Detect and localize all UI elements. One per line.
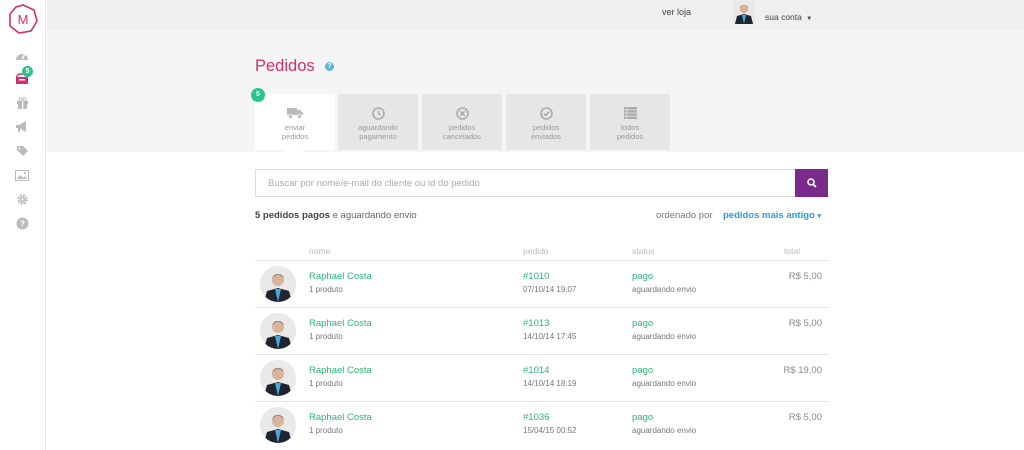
shipping-status: aguardando envio xyxy=(632,332,697,341)
gift-icon[interactable] xyxy=(13,95,31,111)
orders-summary-rest: e aguardando envio xyxy=(329,210,417,221)
payment-status: pago xyxy=(632,365,654,376)
column-header-status: status xyxy=(632,246,655,256)
customer-avatar xyxy=(260,360,296,396)
tab-label-line2: enviados xyxy=(530,132,562,141)
tab-label-line1: aguardando xyxy=(357,123,399,132)
order-date: 07/10/14 19:07 xyxy=(523,285,577,294)
orders-icon[interactable]: 5 xyxy=(13,66,33,87)
list-icon xyxy=(622,106,638,120)
top-bar: ver loja sua conta ▼ xyxy=(47,0,1024,30)
table-row[interactable]: Raphael Costa 1 produto #1014 14/10/14 1… xyxy=(255,354,828,401)
cancel-circle-icon xyxy=(454,106,470,120)
orders-count: 5 pedidos pagos xyxy=(255,210,330,221)
sort-value: pedidos mais antigo xyxy=(723,210,815,221)
search-icon xyxy=(806,178,817,188)
product-count: 1 produto xyxy=(309,332,343,341)
tab-label-line2: cancelados xyxy=(443,132,481,141)
order-total: R$ 19,00 xyxy=(783,365,822,376)
column-header-total: total xyxy=(784,246,801,256)
payment-status: pago xyxy=(632,412,654,423)
sort-label: ordenado por xyxy=(656,210,713,221)
tab-label-line1: todos xyxy=(620,123,640,132)
order-date: 14/10/14 17:45 xyxy=(523,332,577,341)
customer-name[interactable]: Raphael Costa xyxy=(309,412,372,423)
account-label: sua conta xyxy=(765,12,802,22)
shipping-status: aguardando envio xyxy=(632,379,697,388)
orders-badge: 5 xyxy=(22,66,33,77)
tab-send-orders[interactable]: enviar pedidos xyxy=(255,94,335,150)
tab-count-badge: 5 xyxy=(251,88,265,102)
check-circle-icon xyxy=(538,106,554,120)
megaphone-icon[interactable] xyxy=(13,119,31,135)
clock-icon xyxy=(370,106,386,120)
order-date: 15/04/15 00:52 xyxy=(523,426,577,435)
chevron-down-icon: ▼ xyxy=(806,16,813,22)
customer-avatar xyxy=(260,313,296,349)
order-date: 14/10/14 18:19 xyxy=(523,379,577,388)
truck-icon xyxy=(287,106,303,120)
svg-text:?: ? xyxy=(20,219,25,228)
page-title: Pedidos xyxy=(255,57,315,75)
order-number[interactable]: #1010 xyxy=(523,271,549,282)
sidebar: M 5 ? xyxy=(0,0,46,450)
chevron-down-icon: ▾ xyxy=(817,213,822,220)
order-number[interactable]: #1014 xyxy=(523,365,549,376)
customer-avatar xyxy=(260,407,296,443)
column-header-name: nome xyxy=(309,246,331,256)
image-icon[interactable] xyxy=(13,167,31,183)
column-header-order: pedido xyxy=(523,246,549,256)
order-number[interactable]: #1013 xyxy=(523,318,549,329)
search-input[interactable] xyxy=(255,169,795,197)
sort-dropdown[interactable]: pedidos mais antigo ▾ xyxy=(723,210,821,221)
account-avatar[interactable] xyxy=(733,0,755,24)
orders-summary: 5 pedidos pagos e aguardando envio xyxy=(255,210,417,221)
dashboard-icon[interactable] xyxy=(13,47,31,63)
payment-status: pago xyxy=(632,318,654,329)
tab-canceled-orders[interactable]: pedidos cancelados xyxy=(422,94,502,150)
tab-label-line1: pedidos xyxy=(448,123,476,132)
account-menu[interactable]: sua conta ▼ xyxy=(765,12,812,22)
gear-icon[interactable] xyxy=(13,191,31,207)
table-row[interactable]: Raphael Costa 1 produto #1010 07/10/14 1… xyxy=(255,260,828,307)
shipping-status: aguardando envio xyxy=(632,426,697,435)
customer-avatar xyxy=(260,266,296,302)
customer-name[interactable]: Raphael Costa xyxy=(309,365,372,376)
product-count: 1 produto xyxy=(309,285,343,294)
active-tab-pointer xyxy=(284,150,304,159)
tab-label-line1: enviar xyxy=(284,123,306,132)
product-count: 1 produto xyxy=(309,379,343,388)
tab-label-line1: pedidos xyxy=(532,123,560,132)
help-icon[interactable]: ? xyxy=(325,62,334,71)
table-row[interactable]: Raphael Costa 1 produto #1013 14/10/14 1… xyxy=(255,307,828,354)
shipping-status: aguardando envio xyxy=(632,285,697,294)
tab-all-orders[interactable]: todos pedidos xyxy=(590,94,670,150)
payment-status: pago xyxy=(632,271,654,282)
tab-awaiting-payment[interactable]: aguardando pagamento xyxy=(338,94,418,150)
search-button[interactable] xyxy=(795,169,828,197)
product-count: 1 produto xyxy=(309,426,343,435)
tab-label-line2: pedidos xyxy=(616,132,644,141)
table-row[interactable]: Raphael Costa 1 produto #1036 15/04/15 0… xyxy=(255,401,828,448)
tag-icon[interactable] xyxy=(13,143,31,159)
customer-name[interactable]: Raphael Costa xyxy=(309,318,372,329)
help-circle-icon[interactable]: ? xyxy=(13,215,31,231)
order-number[interactable]: #1036 xyxy=(523,412,549,423)
logo[interactable]: M xyxy=(8,4,38,34)
order-total: R$ 5,00 xyxy=(788,271,822,282)
tab-label-line2: pagamento xyxy=(359,132,397,141)
logo-letter: M xyxy=(18,12,29,27)
order-total: R$ 5,00 xyxy=(788,318,822,329)
tab-label-line2: pedidos xyxy=(281,132,309,141)
view-store-link[interactable]: ver loja xyxy=(662,7,691,17)
order-total: R$ 5,00 xyxy=(788,412,822,423)
customer-name[interactable]: Raphael Costa xyxy=(309,271,372,282)
tab-sent-orders[interactable]: pedidos enviados xyxy=(506,94,586,150)
